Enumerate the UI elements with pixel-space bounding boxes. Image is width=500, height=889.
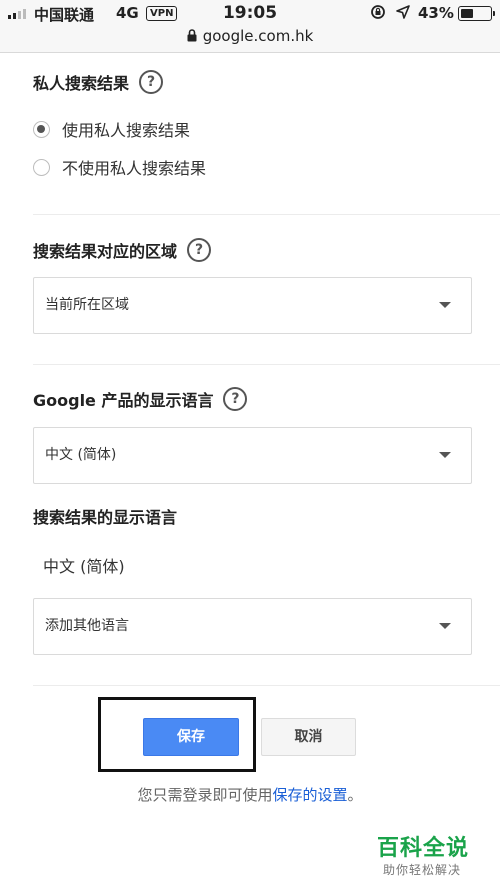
product-language-select-value: 中文 (简体): [45, 447, 117, 463]
battery-icon: [458, 6, 495, 21]
rotation-lock-icon: [371, 5, 385, 19]
region-select-value: 当前所在区域: [45, 297, 129, 313]
cancel-button[interactable]: 取消: [261, 718, 356, 756]
radio-use-private[interactable]: 使用私人搜索结果: [33, 117, 190, 141]
product-language-label: Google 产品的显示语言: [33, 391, 214, 410]
radio-label: 使用私人搜索结果: [62, 121, 191, 140]
results-language-label: 搜索结果的显示语言: [33, 508, 178, 527]
address-bar[interactable]: google.com.hk: [0, 27, 500, 45]
section-divider: [33, 214, 500, 215]
radio-no-private[interactable]: 不使用私人搜索结果: [33, 155, 206, 179]
status-bar: 中国联通 4G VPN 19:05 43% google.com.hk: [0, 0, 500, 53]
radio-unselected-icon: [33, 158, 50, 176]
battery-percent: 43%: [418, 4, 454, 22]
private-results-label: 私人搜索结果: [33, 74, 130, 93]
section-divider: [33, 685, 500, 686]
watermark-tagline: 助你轻松解决: [383, 863, 462, 877]
battery-fill: [461, 9, 473, 18]
chevron-down-icon: [439, 302, 451, 308]
save-button[interactable]: 保存: [143, 718, 239, 756]
watermark-logo: 百科全说: [377, 836, 470, 861]
url-text: google.com.hk: [202, 27, 314, 45]
help-icon[interactable]: ?: [139, 70, 164, 94]
lock-icon: [187, 29, 197, 42]
private-results-title: 私人搜索结果 ?: [33, 70, 164, 94]
add-language-select[interactable]: 添加其他语言: [33, 598, 472, 655]
help-icon[interactable]: ?: [187, 238, 212, 262]
product-language-title: Google 产品的显示语言 ?: [33, 387, 248, 411]
add-language-placeholder: 添加其他语言: [45, 618, 129, 634]
signin-note: 您只需登录即可使用保存的设置。: [0, 784, 500, 805]
location-arrow-icon: [396, 5, 410, 19]
help-icon[interactable]: ?: [223, 387, 248, 411]
region-label: 搜索结果对应的区域: [33, 242, 178, 261]
chevron-down-icon: [439, 452, 451, 458]
results-language-current: 中文 (简体): [43, 557, 125, 576]
radio-selected-icon: [33, 120, 50, 138]
signin-note-suffix: 。: [347, 786, 363, 804]
radio-label: 不使用私人搜索结果: [62, 159, 207, 178]
product-language-select[interactable]: 中文 (简体): [33, 427, 472, 484]
signin-note-prefix: 您只需登录即可使用: [137, 786, 273, 804]
region-select[interactable]: 当前所在区域: [33, 277, 472, 334]
chevron-down-icon: [439, 623, 451, 629]
results-language-title: 搜索结果的显示语言: [33, 504, 177, 528]
saved-settings-link[interactable]: 保存的设置: [272, 786, 347, 804]
region-title: 搜索结果对应的区域 ?: [33, 238, 212, 262]
section-divider: [33, 364, 500, 365]
